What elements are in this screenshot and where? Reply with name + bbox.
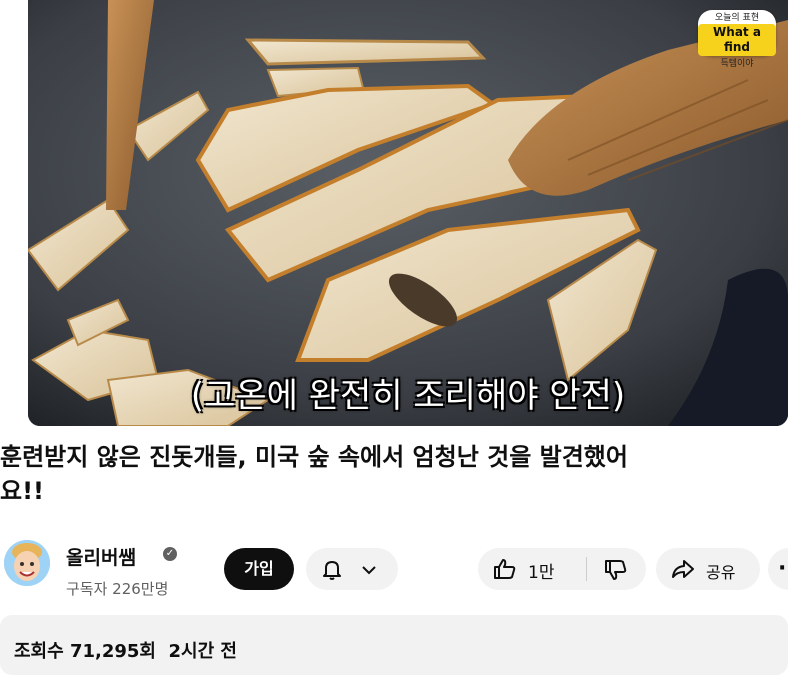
video-frame-image bbox=[28, 0, 788, 426]
expression-badge: 오늘의 표현 What a find 득템이야 bbox=[698, 10, 776, 69]
bell-icon bbox=[323, 561, 341, 580]
channel-name[interactable]: 올리버쌤 bbox=[66, 543, 136, 570]
share-icon bbox=[672, 560, 694, 578]
join-button[interactable]: 가입 bbox=[224, 548, 294, 590]
view-stats: 조회수 71,295회 2시간 전 bbox=[14, 637, 237, 663]
video-title: 훈련받지 않은 진돗개들, 미국 숲 속에서 엄청난 것을 발견했어 요!! bbox=[0, 443, 628, 505]
badge-main-text: What a find bbox=[698, 24, 776, 56]
avatar-image bbox=[4, 540, 50, 586]
subscriber-count: 구독자 226만명 bbox=[66, 580, 169, 598]
video-subtitle: (고온에 완전히 조리해야 안전) bbox=[190, 376, 626, 416]
view-count: 조회수 71,295회 bbox=[14, 641, 156, 662]
thumbs-down-icon bbox=[605, 560, 627, 580]
badge-bottom-text: 득템이야 bbox=[720, 59, 754, 69]
more-actions-button[interactable]: · bbox=[768, 548, 788, 590]
like-dislike-group: 1만 bbox=[478, 548, 646, 590]
upload-time: 2시간 전 bbox=[168, 641, 237, 662]
dislike-button[interactable] bbox=[587, 548, 646, 590]
verified-icon: ✓ bbox=[163, 547, 177, 561]
subscription-bell-button[interactable] bbox=[306, 548, 398, 590]
share-button[interactable]: 공유 bbox=[656, 548, 760, 590]
channel-avatar[interactable] bbox=[4, 540, 50, 586]
video-player[interactable]: (고온에 완전히 조리해야 안전) 오늘의 표현 What a find 득템이… bbox=[28, 0, 788, 426]
badge-top-text: 오늘의 표현 bbox=[714, 13, 760, 23]
chevron-down-icon bbox=[362, 566, 376, 575]
description-box[interactable]: 조회수 71,295회 2시간 전 bbox=[0, 615, 788, 675]
share-label: 공유 bbox=[706, 563, 736, 582]
thumbs-up-icon bbox=[494, 559, 516, 579]
like-count: 1만 bbox=[528, 563, 555, 583]
more-icon: · bbox=[778, 556, 787, 581]
like-button[interactable]: 1만 bbox=[478, 548, 586, 590]
